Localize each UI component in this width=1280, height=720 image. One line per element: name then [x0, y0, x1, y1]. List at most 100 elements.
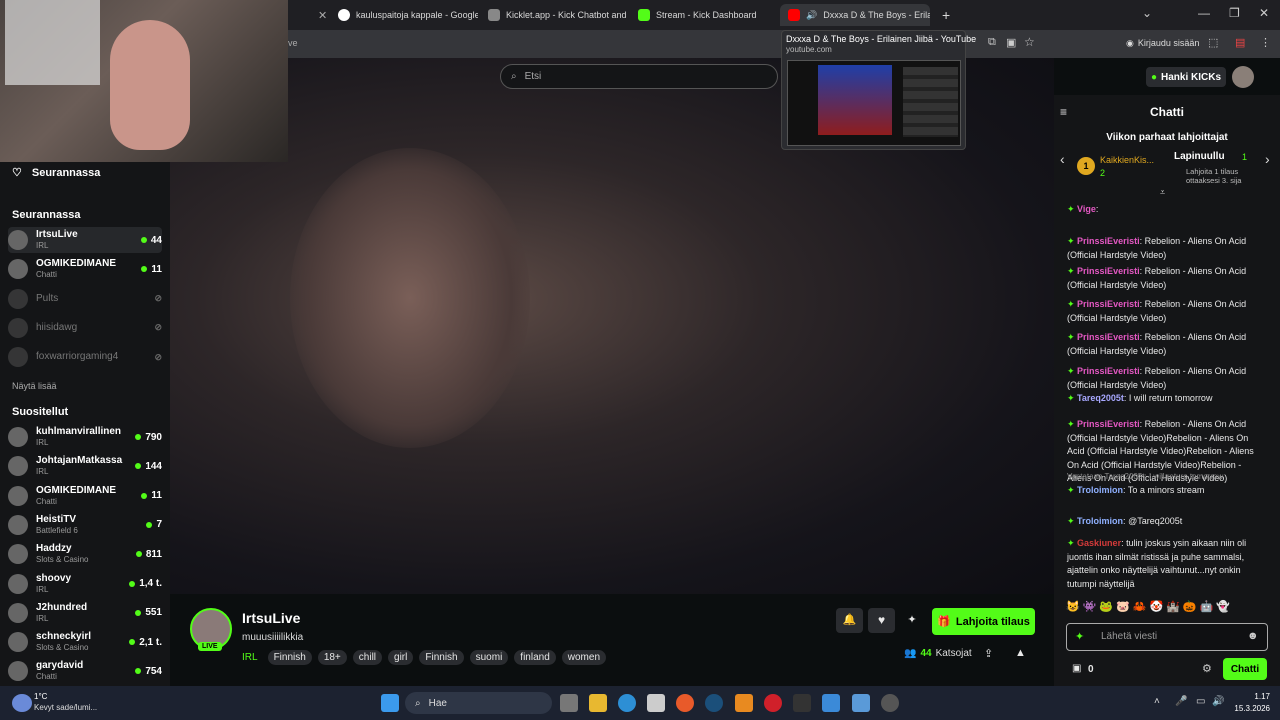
sidebar-channel-item[interactable]: J2hundred IRL 551: [8, 600, 162, 626]
sidebar-channel-item[interactable]: shoovy IRL 1,4 t.: [8, 571, 162, 597]
show-more-link[interactable]: Näytä lisää: [12, 381, 57, 391]
chevron-right-icon[interactable]: ›: [1265, 151, 1270, 167]
channel-name[interactable]: IrtsuLive: [242, 610, 300, 626]
task-view-icon[interactable]: [560, 694, 578, 712]
chat-input[interactable]: ✦ Lähetä viesti ☻: [1066, 623, 1268, 651]
chat-message[interactable]: ✦ PrinssiEveristi: Rebelion - Aliens On …: [1067, 298, 1267, 325]
stream-tag[interactable]: suomi: [469, 650, 509, 665]
sidebar-channel-item[interactable]: Pults ⊘: [8, 286, 162, 312]
app-icon[interactable]: [822, 694, 840, 712]
points-icon[interactable]: ▣: [1072, 663, 1081, 674]
chrome-icon[interactable]: [881, 694, 899, 712]
terminal-icon[interactable]: [793, 694, 811, 712]
chat-message[interactable]: ✦ PrinssiEveristi: Rebelion - Aliens On …: [1067, 365, 1267, 392]
avatar[interactable]: [1232, 66, 1254, 88]
stream-tag[interactable]: girl: [388, 650, 414, 665]
new-tab-button[interactable]: +: [934, 4, 958, 26]
chat-message[interactable]: ✦ PrinssiEveristi: Rebelion - Aliens On …: [1067, 235, 1267, 262]
chat-message[interactable]: ✦ PrinssiEveristi: Rebelion - Aliens On …: [1067, 265, 1267, 292]
clock-date[interactable]: 15.3.2026: [1220, 704, 1270, 713]
chat-username[interactable]: Vige: [1077, 204, 1096, 214]
chat-message[interactable]: ✦ Troloimion: @Tareq2005t: [1067, 515, 1267, 529]
bookmark-star-icon[interactable]: ☆: [1024, 35, 1035, 49]
taskbar-search[interactable]: ⌕ Hae: [405, 692, 552, 714]
stream-tag[interactable]: women: [561, 650, 607, 665]
stream-tag[interactable]: 18+: [317, 650, 347, 665]
chat-username[interactable]: PrinssiEveristi: [1077, 419, 1140, 429]
browser-tab-google[interactable]: kauluspaitoja kappale - Google ✕: [330, 4, 478, 26]
clock-time[interactable]: 1.17: [1226, 692, 1270, 701]
gifter-right-name[interactable]: Lapinuullu: [1174, 151, 1225, 162]
edge-icon[interactable]: [618, 694, 636, 712]
gifter-left-name[interactable]: KaikkienKis...: [1100, 155, 1154, 165]
network-icon[interactable]: ▭: [1196, 696, 1205, 707]
emote-bar[interactable]: 😺👾🐸🐷🦀🤡🏰🎃🤖👻: [1066, 600, 1270, 616]
tab-close-icon[interactable]: ✕: [310, 4, 326, 26]
chat-username[interactable]: PrinssiEveristi: [1077, 332, 1140, 342]
chat-username[interactable]: PrinssiEveristi: [1077, 236, 1140, 246]
sparkle-button[interactable]: ✦: [901, 608, 923, 633]
stream-tag[interactable]: Finnish: [419, 650, 464, 665]
obs-icon[interactable]: [852, 694, 870, 712]
following-nav-link[interactable]: ♡ Seurannassa: [12, 166, 100, 180]
chat-username[interactable]: PrinssiEveristi: [1077, 366, 1140, 376]
sidebar-channel-item[interactable]: JohtajanMatkassa IRL 144: [8, 453, 162, 479]
follow-heart-button[interactable]: ♥: [868, 608, 895, 633]
tab-list-icon[interactable]: ⌄: [1142, 6, 1152, 20]
opera-icon[interactable]: [764, 694, 782, 712]
sidebar-channel-item[interactable]: hiisidawg ⊘: [8, 315, 162, 341]
weather-icon[interactable]: [12, 694, 32, 712]
chat-username[interactable]: Gaskiuner: [1077, 538, 1121, 548]
sidebar-channel-item[interactable]: garydavid Chatti 754: [8, 658, 162, 684]
report-icon[interactable]: ▲: [1015, 647, 1026, 659]
chat-username[interactable]: Troloimion: [1077, 485, 1123, 495]
search-input[interactable]: ⌕ Etsi: [500, 64, 778, 89]
settings-gear-icon[interactable]: ⚙: [1202, 662, 1212, 675]
start-button[interactable]: [381, 694, 399, 712]
send-chat-button[interactable]: Chatti: [1223, 658, 1267, 680]
chat-message[interactable]: ✦ Tareq2005t: I will return tomorrow: [1067, 392, 1267, 406]
stream-tag[interactable]: chill: [352, 650, 383, 665]
stream-tag[interactable]: finland: [514, 650, 556, 665]
chat-username[interactable]: Troloimion: [1077, 516, 1123, 526]
get-kicks-button[interactable]: ● Hanki KICKs: [1146, 67, 1226, 87]
reader-icon[interactable]: ▣: [1006, 36, 1016, 49]
chevron-left-icon[interactable]: ‹: [1060, 151, 1065, 167]
chat-message[interactable]: Vastataan Tareq2005t: I will return tomo…: [1067, 470, 1267, 497]
menu-icon[interactable]: ⋮: [1260, 36, 1271, 49]
chat-username[interactable]: Tareq2005t: [1077, 393, 1124, 403]
share-icon[interactable]: ⇪: [984, 647, 993, 660]
gift-subscription-button[interactable]: 🎁 Lahjoita tilaus: [932, 608, 1035, 635]
sidebar-channel-item[interactable]: IrtsuLive IRL 44: [8, 227, 162, 253]
browser-tab-kicklet[interactable]: Kicklet.app - Kick Chatbot and C ✕: [480, 4, 628, 26]
chat-username[interactable]: PrinssiEveristi: [1077, 266, 1140, 276]
sidebar-channel-item[interactable]: foxwarriorgaming4 ⊘: [8, 344, 162, 370]
emoji-icon[interactable]: ☻: [1247, 630, 1259, 642]
sidebar-channel-item[interactable]: OGMIKEDIMANE Chatti 11: [8, 483, 162, 509]
sidebar-channel-item[interactable]: Haddzy Slots & Casino 811: [8, 541, 162, 567]
tray-chevron-icon[interactable]: ˄: [1154, 696, 1160, 707]
pinned-collapse-icon[interactable]: ⩡: [1160, 187, 1165, 198]
chat-message[interactable]: ✦ PrinssiEveristi: Rebelion - Aliens On …: [1067, 331, 1267, 358]
file-explorer-icon[interactable]: [589, 694, 607, 712]
browser-tab-youtube[interactable]: 🔊 Dxxxa D & The Boys - Erila ✕: [780, 4, 930, 26]
maximize-icon[interactable]: ❐: [1229, 6, 1240, 20]
steam-icon[interactable]: [705, 694, 723, 712]
extensions-icon[interactable]: ⬚: [1208, 36, 1218, 49]
sidebar-channel-item[interactable]: HeistiTV Battlefield 6 7: [8, 512, 162, 538]
login-button[interactable]: ◉ Kirjaudu sisään: [1126, 38, 1199, 49]
notification-bell-button[interactable]: 🔔: [836, 608, 863, 633]
chat-username[interactable]: PrinssiEveristi: [1077, 299, 1140, 309]
vlc-icon[interactable]: [735, 694, 753, 712]
sidebar-channel-item[interactable]: schneckyirl Slots & Casino 2,1 t.: [8, 629, 162, 655]
category-link[interactable]: IRL: [242, 652, 258, 663]
browser-tab-kick-dashboard[interactable]: Stream - Kick Dashboard: [630, 4, 778, 26]
chat-message[interactable]: ✦ Vige:: [1067, 203, 1267, 217]
extension-badge-icon[interactable]: ▤: [1235, 36, 1245, 49]
microphone-icon[interactable]: 🎤: [1175, 696, 1187, 707]
sidebar-channel-item[interactable]: OGMIKEDIMANE Chatti 11: [8, 256, 162, 282]
close-window-icon[interactable]: ✕: [1259, 6, 1269, 20]
sidebar-channel-item[interactable]: kuhlmanvirallinen IRL 790: [8, 424, 162, 450]
screenshot-icon[interactable]: ⧉: [988, 36, 996, 49]
store-icon[interactable]: [647, 694, 665, 712]
